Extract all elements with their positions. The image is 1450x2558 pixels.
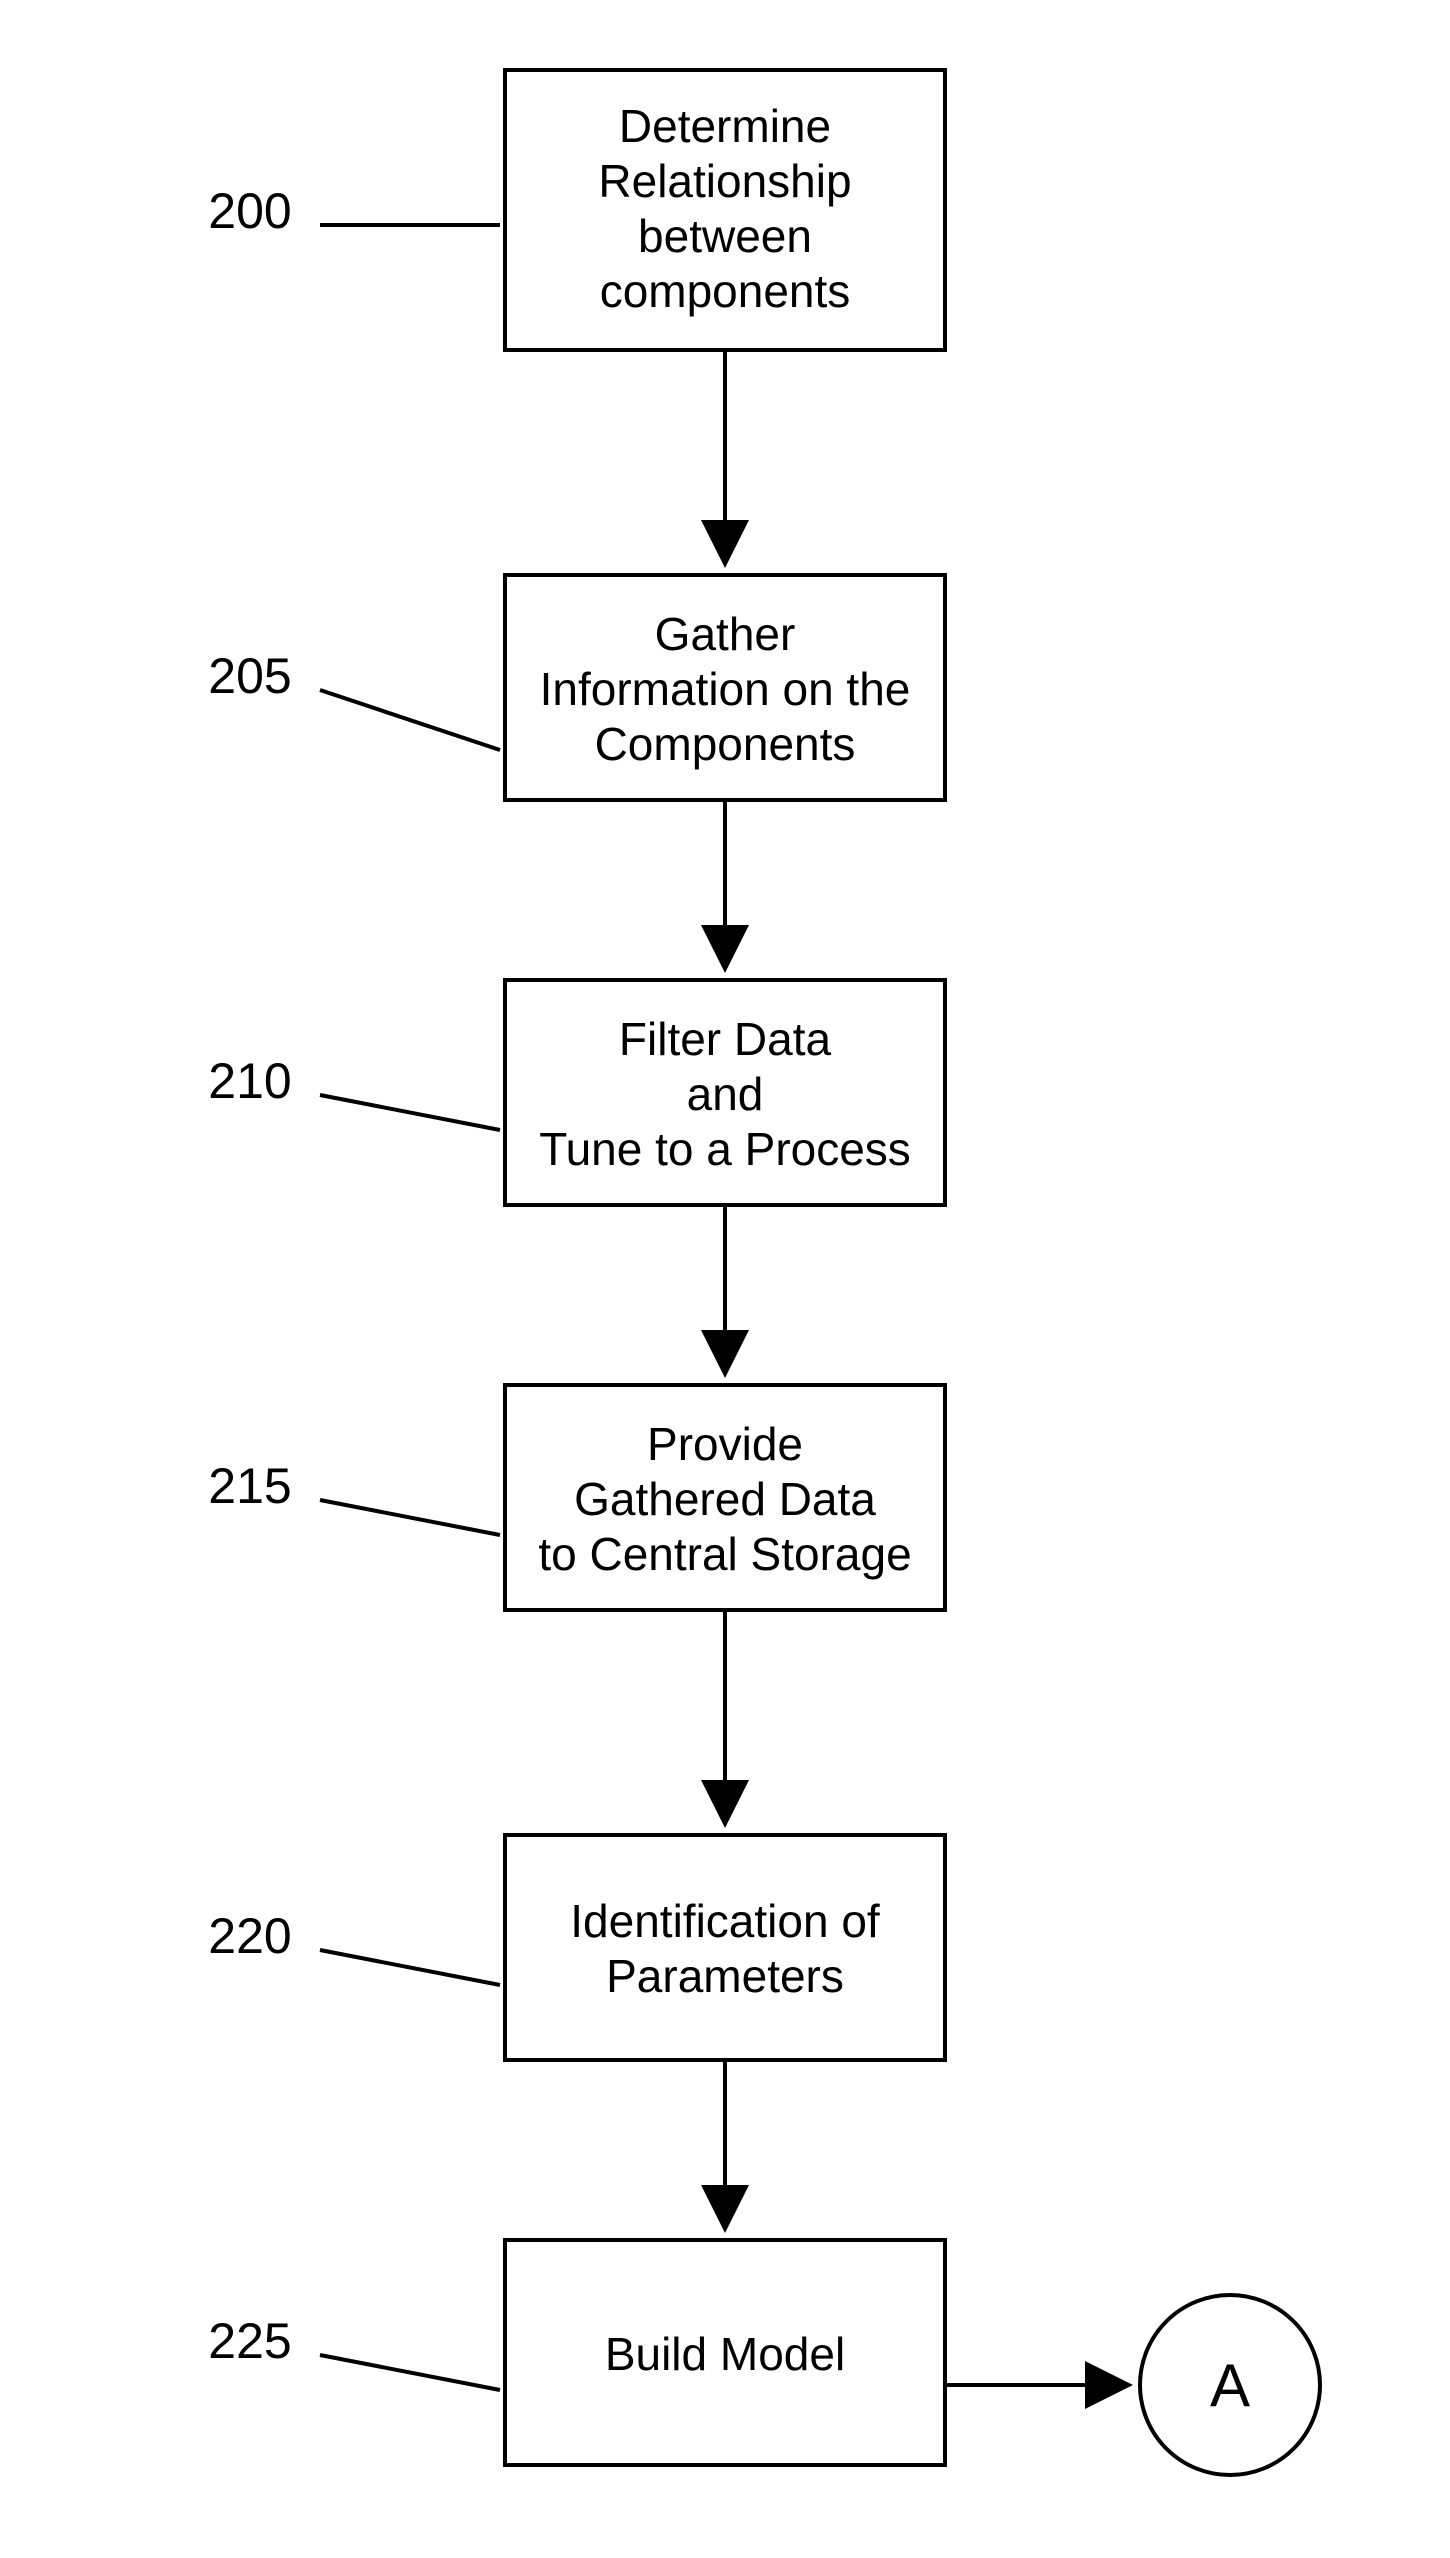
box-text: Gather <box>655 608 796 660</box>
ref-number: 210 <box>208 1053 291 1109</box>
connector-label: A <box>1210 2352 1250 2419</box>
ref-line <box>320 1095 500 1130</box>
flowchart-box <box>505 1835 945 2060</box>
box-text: Gathered Data <box>574 1473 876 1525</box>
ref-number: 200 <box>208 183 291 239</box>
box-text: Filter Data <box>619 1013 832 1065</box>
box-text: Tune to a Process <box>539 1123 911 1175</box>
ref-number: 215 <box>208 1458 291 1514</box>
box-text: Components <box>595 718 856 770</box>
ref-line <box>320 690 500 750</box>
box-text: Parameters <box>606 1950 844 2002</box>
flowchart-diagram: Determine Relationship between component… <box>0 0 1450 2558</box>
box-text: Build Model <box>605 2328 845 2380</box>
box-text: between <box>638 210 812 262</box>
ref-number: 225 <box>208 2313 291 2369</box>
box-text: Identification of <box>570 1895 880 1947</box>
ref-number: 205 <box>208 648 291 704</box>
ref-number: 220 <box>208 1908 291 1964</box>
ref-line <box>320 1950 500 1985</box>
ref-line <box>320 1500 500 1535</box>
box-text: Relationship <box>598 155 851 207</box>
box-text: Provide <box>647 1418 803 1470</box>
box-text: and <box>687 1068 764 1120</box>
box-text: Determine <box>619 100 831 152</box>
box-text: to Central Storage <box>538 1528 911 1580</box>
box-text: Information on the <box>540 663 911 715</box>
ref-line <box>320 2355 500 2390</box>
box-text: components <box>600 265 851 317</box>
